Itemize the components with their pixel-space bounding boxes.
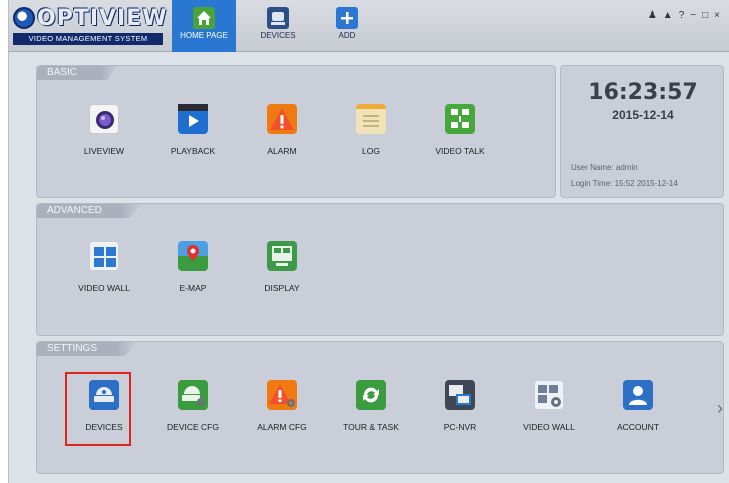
section-title: BASIC (37, 66, 118, 80)
restore-icon[interactable]: □ (702, 10, 714, 21)
settings-panel: SETTINGS DEVICES DEVICE CFG ALARM CFG TO… (36, 341, 724, 474)
brand-name: OPTIVIEW (37, 6, 168, 31)
clock-panel: 16:23:57 2015-12-14 User Name: admin Log… (560, 65, 724, 198)
clock-time: 16:23:57 (588, 80, 698, 105)
tile-label: LIVEVIEW (83, 146, 125, 156)
tab-add[interactable]: ADD (315, 0, 379, 52)
devices-icon (267, 7, 289, 29)
video-talk-icon (445, 104, 475, 134)
help-icon[interactable]: ? (679, 10, 691, 21)
advanced-panel: ADVANCED VIDEO WALL E-MAP DISPLAY (36, 203, 724, 336)
tile-tour-task[interactable]: TOUR & TASK (326, 380, 416, 450)
tile-emap[interactable]: E-MAP (148, 241, 238, 311)
tile-alarm[interactable]: ALARM (237, 104, 327, 174)
tile-liveview[interactable]: LIVEVIEW (59, 104, 149, 174)
tile-label: PC-NVR (443, 422, 477, 432)
tile-account[interactable]: ACCOUNT (593, 380, 683, 450)
tile-label: TOUR & TASK (343, 422, 399, 432)
device-cfg-icon (178, 380, 208, 410)
tab-label: ADD (338, 31, 356, 40)
login-time-info: Login Time: 15:52 2015-12-14 (571, 179, 678, 188)
emap-icon (178, 241, 208, 271)
alarm-cfg-icon (267, 380, 297, 410)
log-icon (356, 104, 386, 134)
tile-label: E-MAP (179, 283, 207, 293)
playback-icon (178, 104, 208, 134)
user-name-info: User Name: admin (571, 163, 638, 172)
minimize-icon[interactable]: − (690, 10, 702, 21)
tile-label: DISPLAY (264, 283, 300, 293)
tab-label: DEVICES (260, 31, 296, 40)
video-wall-cfg-icon (534, 380, 564, 410)
brand-subtitle: VIDEO MANAGEMENT SYSTEM (13, 33, 163, 45)
tab-home-page[interactable]: HOME PAGE (172, 0, 236, 52)
tile-label: VIDEO WALL (523, 422, 575, 432)
tile-video-talk[interactable]: VIDEO TALK (415, 104, 505, 174)
tile-alarm-cfg[interactable]: ALARM CFG (237, 380, 327, 450)
tile-display[interactable]: DISPLAY (237, 241, 327, 311)
tile-label: DEVICE CFG (167, 422, 219, 432)
top-bar: OPTIVIEW VIDEO MANAGEMENT SYSTEM HOME PA… (9, 0, 729, 52)
tile-playback[interactable]: PLAYBACK (148, 104, 238, 174)
clock-date: 2015-12-14 (612, 108, 674, 122)
account-icon (623, 380, 653, 410)
tile-video-wall[interactable]: VIDEO WALL (59, 241, 149, 311)
tile-log[interactable]: LOG (326, 104, 416, 174)
chevron-right-icon[interactable]: › (717, 398, 723, 419)
tab-devices[interactable]: DEVICES (246, 0, 310, 52)
tile-label: PLAYBACK (170, 146, 216, 156)
section-title: SETTINGS (37, 342, 138, 356)
basic-panel: BASIC LIVEVIEW PLAYBACK ALARM LOG VIDEO … (36, 65, 556, 198)
video-wall-icon (89, 241, 119, 271)
liveview-icon (89, 104, 119, 134)
alarm-icon (267, 104, 297, 134)
close-icon[interactable]: × (714, 10, 726, 21)
display-icon (267, 241, 297, 271)
plus-icon (336, 7, 358, 29)
lock-icon[interactable]: ▲ (663, 10, 679, 21)
app-window: OPTIVIEW VIDEO MANAGEMENT SYSTEM HOME PA… (8, 0, 729, 483)
tile-device-cfg[interactable]: DEVICE CFG (148, 380, 238, 450)
tile-label: VIDEO TALK (435, 146, 485, 156)
brand-logo: OPTIVIEW VIDEO MANAGEMENT SYSTEM (13, 6, 167, 48)
tile-video-wall-cfg[interactable]: VIDEO WALL (504, 380, 594, 450)
tile-label: VIDEO WALL (78, 283, 130, 293)
section-title: ADVANCED (37, 204, 142, 218)
tile-label: ALARM CFG (257, 422, 307, 432)
pc-nvr-icon (445, 380, 475, 410)
window-controls: ♟▲?−□× (648, 10, 726, 21)
tile-pc-nvr[interactable]: PC-NVR (415, 380, 505, 450)
tour-task-icon (356, 380, 386, 410)
selection-highlight (65, 372, 131, 446)
user-icon[interactable]: ♟ (648, 10, 663, 21)
tile-label: ALARM (267, 146, 297, 156)
tab-label: HOME PAGE (180, 31, 228, 40)
logo-mark-icon (13, 7, 35, 29)
tile-label: ACCOUNT (616, 422, 660, 432)
tile-label: LOG (362, 146, 380, 156)
home-icon (193, 7, 215, 29)
